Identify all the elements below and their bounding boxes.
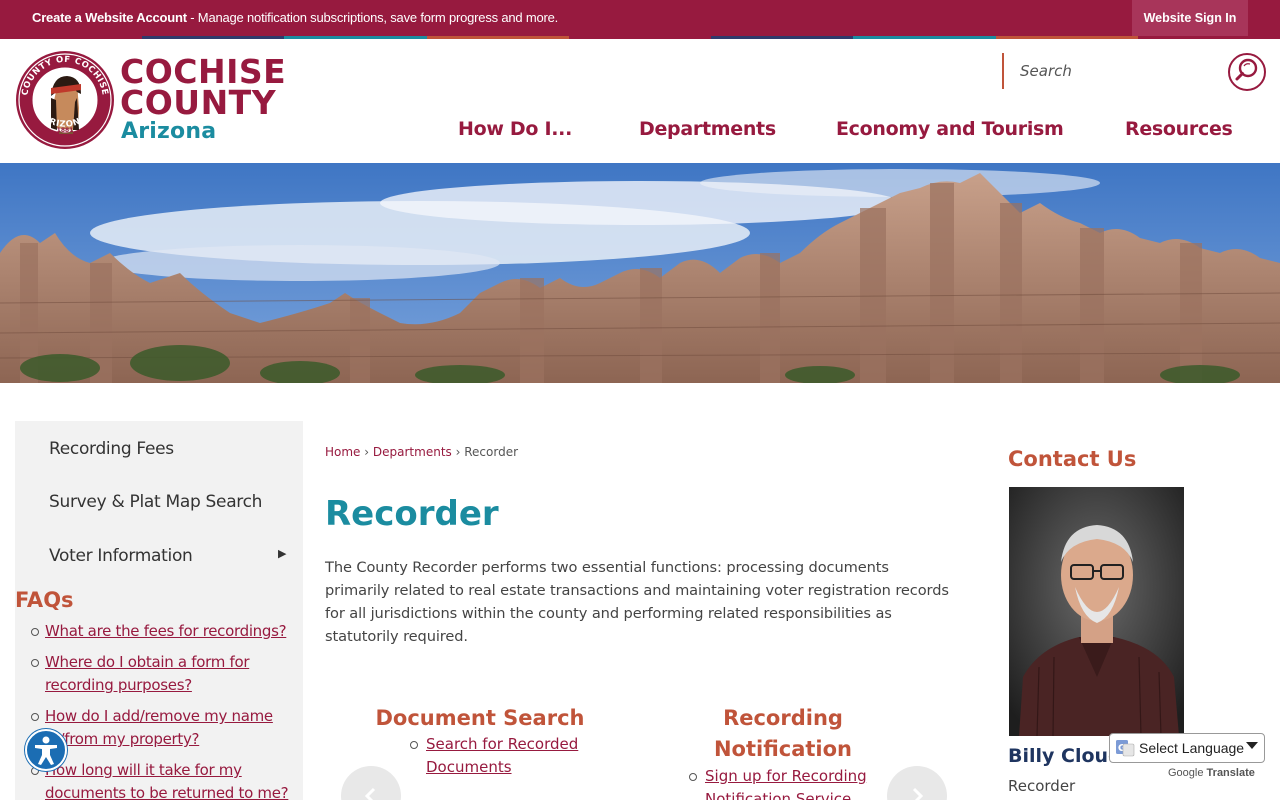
- faq-link[interactable]: How do I add/remove my name to/from my p…: [45, 707, 273, 748]
- sidebar-item-voter-information[interactable]: Voter Information: [49, 546, 193, 566]
- main-navigation: How Do I... Departments Economy and Tour…: [0, 118, 1280, 144]
- create-account-link[interactable]: Create a Website Account: [32, 10, 187, 25]
- google-g-icon: G: [1115, 738, 1135, 758]
- carousel-next-button[interactable]: [887, 766, 947, 800]
- search-input[interactable]: [1020, 59, 1220, 83]
- nav-economy-and-tourism[interactable]: Economy and Tourism: [836, 118, 1064, 140]
- faqs-heading: FAQs: [15, 588, 74, 612]
- create-account-description: - Manage notification subscriptions, sav…: [186, 10, 559, 25]
- faq-link[interactable]: What are the fees for recordings?: [45, 622, 287, 640]
- language-select[interactable]: G Select Language: [1109, 733, 1265, 763]
- site-header: 1881 COUNTY OF COCHISE ARIZONA COCHISE C…: [0, 39, 1280, 163]
- faqs-list: What are the fees for recordings? Where …: [28, 620, 298, 800]
- carousel-prev-button[interactable]: [341, 766, 401, 800]
- chevron-right-icon[interactable]: ▶: [278, 547, 286, 560]
- faq-link[interactable]: Where do I obtain a form for recording p…: [45, 653, 250, 694]
- breadcrumb: Home › Departments › Recorder: [325, 445, 518, 459]
- search-button[interactable]: [1228, 53, 1266, 91]
- document-search-list: Search for Recorded Documents: [410, 733, 590, 779]
- breadcrumb-separator: ›: [364, 445, 370, 459]
- language-select-label: Select Language: [1139, 740, 1245, 756]
- accessibility-icon: [35, 736, 57, 765]
- website-sign-in-button[interactable]: Website Sign In: [1132, 0, 1248, 36]
- brand-line-2[interactable]: COUNTY: [120, 86, 276, 119]
- nav-how-do-i[interactable]: How Do I...: [458, 118, 572, 140]
- search-divider: [1002, 53, 1004, 89]
- contact-role: Recorder: [1008, 777, 1076, 795]
- nav-resources[interactable]: Resources: [1125, 118, 1233, 140]
- search-icon: [1234, 57, 1260, 88]
- recorder-photo: [1009, 487, 1184, 736]
- breadcrumb-home[interactable]: Home: [325, 445, 360, 459]
- list-item: Sign up for Recording Notification Servi…: [689, 765, 879, 800]
- account-bar: Create a Website Account - Manage notifi…: [0, 0, 1280, 36]
- hero-banner-image: [0, 163, 1280, 383]
- contact-us-heading: Contact Us: [1008, 447, 1137, 471]
- page-title: Recorder: [325, 494, 499, 534]
- recording-notification-link[interactable]: Sign up for Recording Notification Servi…: [705, 767, 867, 800]
- google-wordmark: Google: [1168, 767, 1204, 779]
- breadcrumb-departments[interactable]: Departments: [373, 445, 452, 459]
- translate-wordmark: Translate: [1206, 767, 1255, 779]
- nav-departments[interactable]: Departments: [639, 118, 776, 140]
- list-item: What are the fees for recordings?: [28, 620, 298, 643]
- list-item: Search for Recorded Documents: [410, 733, 590, 779]
- search-recorded-documents-link[interactable]: Search for Recorded Documents: [426, 735, 578, 776]
- contact-name: Billy Cloud: [1008, 745, 1122, 767]
- chevron-right-icon: [912, 787, 924, 800]
- page-intro: The County Recorder performs two essenti…: [325, 559, 949, 645]
- document-search-heading[interactable]: Document Search: [370, 703, 590, 734]
- list-item: How do I add/remove my name to/from my p…: [28, 705, 298, 751]
- recording-notification-heading[interactable]: Recording Notification: [683, 703, 883, 765]
- chevron-left-icon: [364, 787, 376, 800]
- chevron-down-icon: [1246, 742, 1258, 749]
- breadcrumb-separator: ›: [455, 445, 461, 459]
- sidebar-item-recording-fees[interactable]: Recording Fees: [49, 439, 174, 459]
- list-item: Where do I obtain a form for recording p…: [28, 651, 298, 697]
- faq-link[interactable]: How long will it take for my documents t…: [45, 761, 289, 800]
- accessibility-button[interactable]: [25, 729, 67, 771]
- recording-notification-list: Sign up for Recording Notification Servi…: [689, 765, 879, 800]
- site-search: [1002, 53, 1268, 91]
- powered-by-google-translate[interactable]: Google Translate: [1168, 767, 1255, 779]
- breadcrumb-current: Recorder: [464, 445, 519, 459]
- sidebar-item-survey-plat-map-search[interactable]: Survey & Plat Map Search: [49, 492, 262, 512]
- create-account-message[interactable]: Create a Website Account - Manage notifi…: [32, 10, 558, 25]
- list-item: How long will it take for my documents t…: [28, 759, 298, 800]
